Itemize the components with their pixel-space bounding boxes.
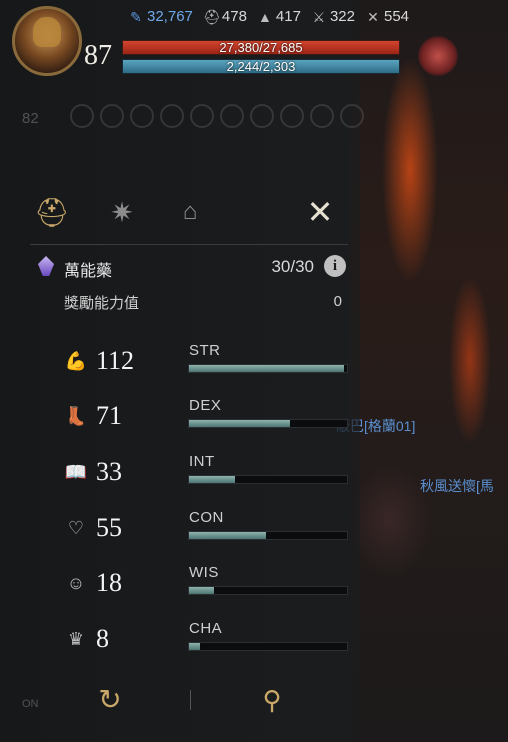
book-icon: 📖 xyxy=(64,462,88,482)
currency-hat: ▲ 417 xyxy=(257,8,301,25)
character-portrait[interactable] xyxy=(12,6,82,76)
elixir-label: 萬能藥 xyxy=(64,263,113,280)
sword-icon: ⚔ xyxy=(312,8,326,25)
stat-progress-fill xyxy=(189,476,235,483)
stat-progress-fill xyxy=(189,365,344,372)
hp-text: 27,380/27,685 xyxy=(219,40,303,55)
bonus-stat-value: 0 xyxy=(333,293,342,310)
crown-icon: ♛ xyxy=(67,629,85,649)
stat-progress xyxy=(188,364,348,373)
crossed-swords-icon: ✕ xyxy=(367,8,379,25)
stat-row-dex: 👢 71 DEX xyxy=(62,395,352,439)
tab-star-icon[interactable]: ✷ xyxy=(102,192,142,232)
stat-progress-fill xyxy=(189,643,201,650)
currency-value: 32,767 xyxy=(147,8,193,25)
stat-value: 55 xyxy=(96,513,122,542)
stat-value: 8 xyxy=(96,624,109,653)
stat-row-con: ♡ 55 CON xyxy=(62,507,352,551)
stats-tabs: ⛑ ✷ ⌂ ✕ xyxy=(24,192,354,236)
helmet-icon: ⛑ xyxy=(202,8,221,25)
stat-value: 112 xyxy=(96,346,135,375)
stat-name: CON xyxy=(189,509,224,526)
stat-name: DEX xyxy=(189,397,222,414)
background-toggle-label: ON xyxy=(22,698,39,710)
tab-helmet-icon[interactable]: ⛑ xyxy=(32,192,72,232)
currency-value: 554 xyxy=(383,8,410,25)
stat-progress xyxy=(188,642,348,651)
currency-value: 478 xyxy=(221,8,247,25)
bonus-stat-row: 獎勵能力值 0 xyxy=(64,292,352,314)
hp-bar: 27,380/27,685 xyxy=(122,40,400,55)
head-icon: ☺ xyxy=(66,573,86,593)
player-nameplate: 秋風送懷[馬 xyxy=(420,478,494,494)
divider xyxy=(30,244,348,245)
clan-emblem-icon[interactable] xyxy=(418,36,458,76)
stat-name: INT xyxy=(189,453,215,470)
stat-progress-fill xyxy=(189,587,215,594)
currency-value: 417 xyxy=(275,8,301,25)
magnifier-icon: ⚲ xyxy=(262,685,282,715)
currency-bar: ✎ 32,767 ⛑ 478 ▲ 417 ⚔ 322 ✕ 554 xyxy=(128,8,419,25)
stat-value: 18 xyxy=(96,568,122,597)
stat-progress-fill xyxy=(189,420,291,427)
stat-name: CHA xyxy=(189,620,223,637)
stat-progress xyxy=(188,475,348,484)
stat-row-int: 📖 33 INT xyxy=(62,451,352,495)
stat-progress-fill xyxy=(189,532,267,539)
inspect-button[interactable]: ⚲ xyxy=(254,682,290,718)
elixir-gem-icon xyxy=(38,256,54,276)
character-level: 87 xyxy=(84,40,112,71)
stat-value: 71 xyxy=(96,401,122,430)
reset-button[interactable]: ↻ xyxy=(94,684,126,716)
mp-bar: 2,244/2,303 xyxy=(122,59,400,74)
elixir-count: 30/30 xyxy=(271,257,314,276)
stat-name: WIS xyxy=(189,564,219,581)
boot-icon: 👢 xyxy=(64,406,88,426)
stat-row-cha: ♛ 8 CHA xyxy=(62,618,352,662)
stat-progress xyxy=(188,531,348,540)
hat-icon: ▲ xyxy=(257,8,272,25)
tab-house-icon[interactable]: ⌂ xyxy=(170,192,210,232)
heart-icon: ♡ xyxy=(67,518,85,538)
stat-progress xyxy=(188,586,348,595)
stat-value: 33 xyxy=(96,457,122,486)
info-icon[interactable]: i xyxy=(324,255,346,277)
tab-crossed-swords-icon[interactable]: ✕ xyxy=(300,192,340,232)
currency-value: 322 xyxy=(329,8,355,25)
background-buff-row xyxy=(70,104,410,132)
currency-helmet: ⛑ 478 xyxy=(203,8,247,25)
mp-text: 2,244/2,303 xyxy=(226,59,296,74)
refresh-icon: ↻ xyxy=(98,684,122,715)
stat-row-wis: ☺ 18 WIS xyxy=(62,562,352,606)
stat-progress xyxy=(188,419,348,428)
currency-crossed-swords: ✕ 554 xyxy=(365,8,409,25)
divider xyxy=(190,690,191,710)
stat-row-str: 💪 112 STR xyxy=(62,340,352,384)
feather-icon: ✎ xyxy=(130,8,142,25)
currency-feather: ✎ 32,767 xyxy=(128,8,193,25)
background-level-badge: 82 xyxy=(22,110,39,127)
elixir-row: 萬能藥 30/30 i xyxy=(36,254,352,280)
currency-sword: ⚔ 322 xyxy=(311,8,355,25)
arm-icon: 💪 xyxy=(64,351,88,371)
bonus-stat-label: 獎勵能力值 xyxy=(64,295,140,312)
stat-name: STR xyxy=(189,342,221,359)
